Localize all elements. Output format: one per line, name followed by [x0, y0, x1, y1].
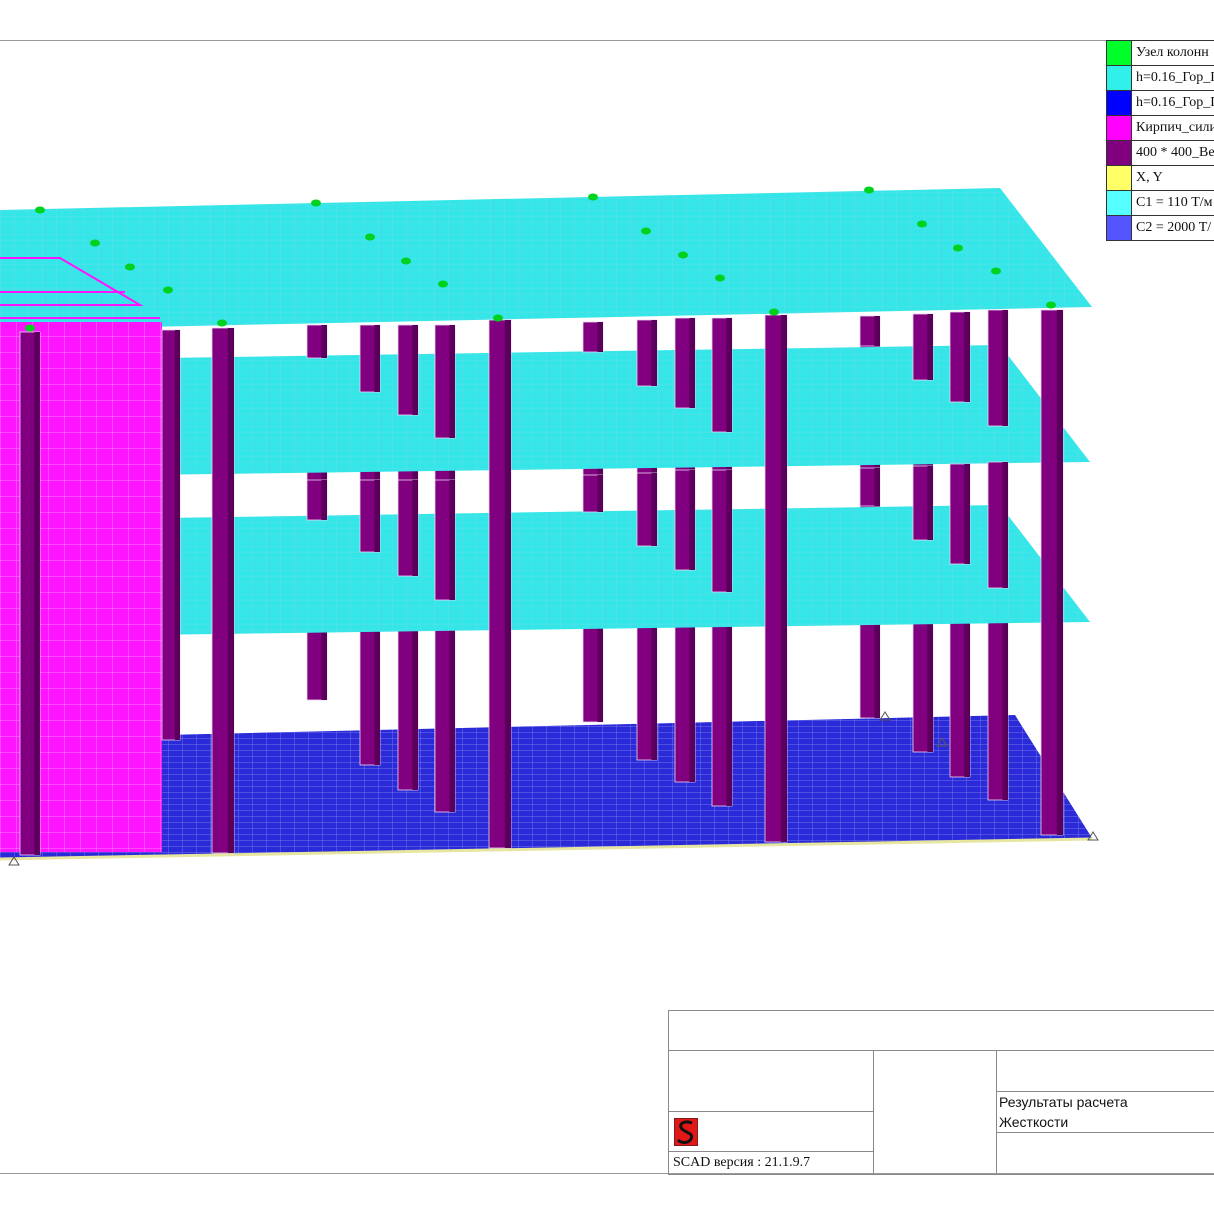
legend-label: X, Y [1136, 170, 1163, 185]
column-stub [711, 469, 733, 593]
column-node [125, 263, 135, 271]
title-block-vline-2 [996, 1050, 997, 1173]
legend-swatch [1107, 116, 1132, 140]
scad-version-label: SCAD версия : 21.1.9.7 [673, 1155, 811, 1170]
column-front [19, 331, 41, 856]
result-title: Результаты расчета [999, 1094, 1128, 1110]
legend-label: h=0.16_Гор_Г [1136, 70, 1214, 85]
result-type: Жесткости [999, 1114, 1069, 1130]
legend-item: Узел колонн [1106, 40, 1214, 66]
column-node [25, 324, 35, 332]
column-node [588, 193, 598, 201]
column-stub [859, 315, 881, 347]
legend: Узел колонн h=0.16_Гор_Г h=0.16_Гор_Г Кирпи… [1106, 40, 1214, 241]
column-stub [711, 317, 733, 433]
legend-item: Кирпич_сили [1106, 116, 1214, 141]
column-node [641, 227, 651, 235]
title-block-hline-1 [668, 1050, 1214, 1051]
column-stub [397, 324, 419, 416]
legend-swatch [1107, 166, 1132, 190]
legend-item: 400 * 400_Ве [1106, 141, 1214, 166]
slab-level-3-roof [0, 188, 1092, 330]
column-stub [636, 472, 658, 547]
column-node [311, 199, 321, 207]
column-node [917, 220, 927, 228]
scad-logo-icon [674, 1118, 698, 1146]
column-node [163, 286, 173, 294]
column-stub [912, 465, 934, 541]
legend-swatch [1107, 91, 1132, 115]
column-node [953, 244, 963, 252]
column-node [217, 319, 227, 327]
title-block-hline-4 [668, 1111, 873, 1112]
column-stub [582, 321, 604, 353]
legend-swatch [1107, 191, 1132, 215]
column-stub [397, 479, 419, 577]
column-stub [359, 324, 381, 393]
column-node [401, 257, 411, 265]
legend-swatch [1107, 216, 1132, 240]
column-front [764, 314, 788, 843]
column-stub [306, 324, 328, 359]
brick-wall-roof-strip [0, 250, 162, 320]
legend-swatch [1107, 66, 1132, 90]
column-stub [434, 324, 456, 439]
legend-label: Кирпич_сили [1136, 120, 1214, 135]
legend-label: C1 = 110 Т/м [1136, 195, 1213, 210]
legend-item: h=0.16_Гор_Г [1106, 91, 1214, 116]
legend-item: h=0.16_Гор_Г [1106, 66, 1214, 91]
column-node [991, 267, 1001, 275]
column-stub [306, 479, 328, 521]
column-front [161, 329, 181, 741]
column-node [1046, 301, 1056, 309]
column-stub [987, 461, 1009, 589]
column-front [488, 319, 512, 849]
title-block-hline-2 [996, 1091, 1214, 1092]
column-node [715, 274, 725, 282]
legend-item: C1 = 110 Т/м [1106, 191, 1214, 216]
legend-label: 400 * 400_Ве [1136, 145, 1214, 160]
column-stub [859, 467, 881, 507]
column-stub [912, 313, 934, 381]
column-front [1040, 309, 1064, 836]
column-node [493, 314, 503, 322]
legend-label: h=0.16_Гор_Г [1136, 95, 1214, 110]
column-node [35, 206, 45, 214]
title-block-hline-3 [996, 1132, 1214, 1133]
column-stub [949, 463, 971, 565]
legend-item: C2 = 2000 Т/ [1106, 216, 1214, 241]
column-stub [674, 317, 696, 409]
column-stub [987, 309, 1009, 427]
column-node [864, 186, 874, 194]
column-node [438, 280, 448, 288]
column-node [365, 233, 375, 241]
column-node [678, 251, 688, 259]
legend-label: C2 = 2000 Т/ [1136, 220, 1212, 235]
column-stub [359, 479, 381, 553]
column-stub [949, 311, 971, 403]
column-front [211, 327, 235, 854]
column-node [90, 239, 100, 247]
legend-item: X, Y [1106, 166, 1214, 191]
column-stub [674, 469, 696, 571]
column-node [769, 308, 779, 316]
column-stub [636, 319, 658, 387]
legend-label: Узел колонн [1136, 45, 1209, 60]
title-block-hline-5 [668, 1151, 873, 1152]
title-block-vline-1 [873, 1050, 874, 1173]
column-stub [582, 474, 604, 513]
legend-swatch [1107, 141, 1132, 165]
column-stub [434, 479, 456, 601]
legend-swatch [1107, 41, 1132, 65]
